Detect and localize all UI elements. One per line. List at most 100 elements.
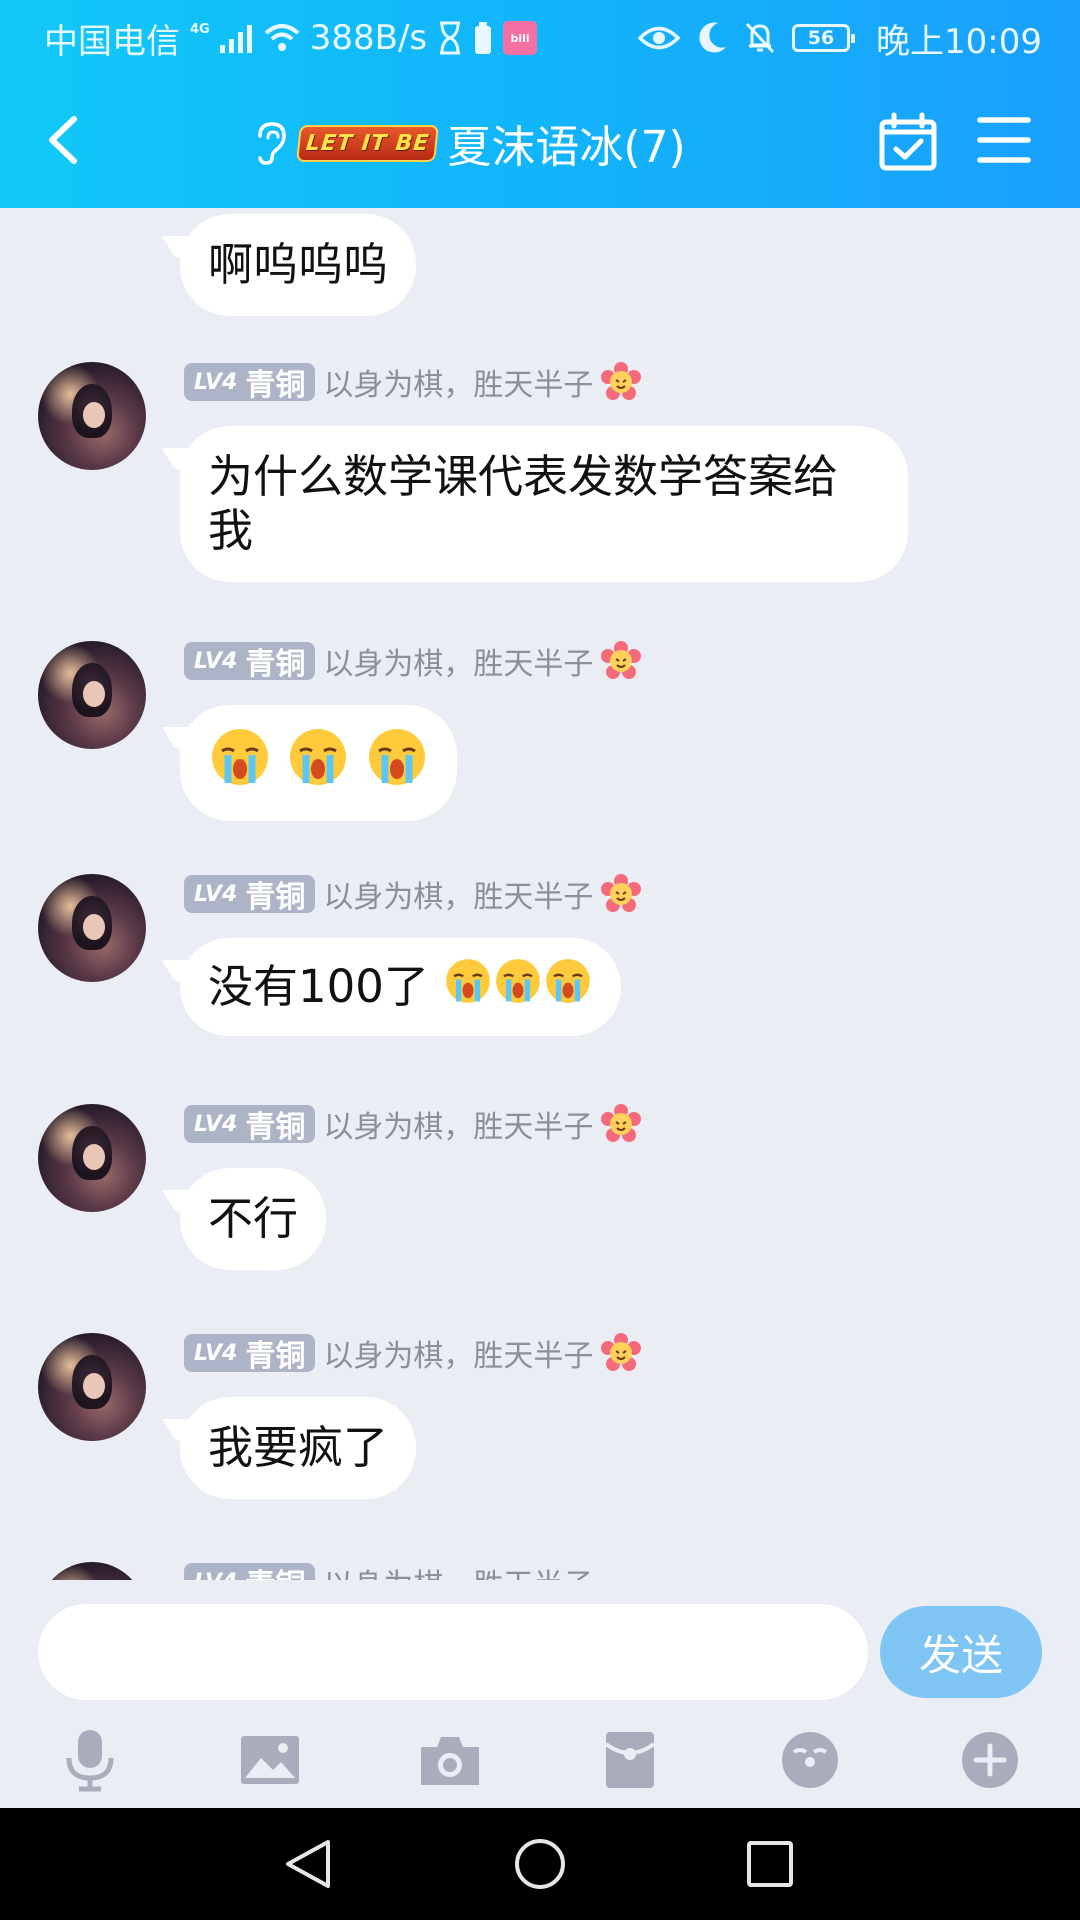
rank-label: 青铜 [245,880,306,915]
battery-saver-icon [475,22,492,54]
nav-home-button[interactable] [504,1828,576,1900]
nav-back-button[interactable] [272,1828,344,1900]
message-bubble[interactable]: 不行 [180,1168,327,1270]
level-badge: LV4 青铜 [184,642,316,682]
composer-toolbar [0,1720,1080,1800]
message-bubble[interactable]: 啊呜呜呜 [180,214,417,316]
system-nav-bar [0,1808,1080,1920]
mute-bell-icon [745,22,775,54]
rank-label: 青铜 [245,1560,305,1580]
level-label: LV4 [194,1340,238,1366]
sender-name[interactable]: 以身为棋，胜天半子 [323,360,593,404]
sender-name[interactable]: 以身为棋，胜天半子 [323,1560,593,1580]
message-list[interactable]: 啊呜呜呜 LV4 青铜 以身为棋，胜天半子 为什么数学课代表发数学答案给我 LV… [0,208,1080,1580]
home-circle-icon [515,1839,565,1889]
calendar-button[interactable] [878,112,938,172]
avatar[interactable] [38,362,146,470]
recents-square-icon [747,1841,793,1887]
flower-icon [601,1104,642,1142]
menu-button[interactable] [976,112,1032,168]
plus-icon [962,1732,1018,1788]
message-bubble[interactable]: 没有100了 [180,938,622,1036]
back-triangle-icon [286,1840,330,1888]
rank-label: 青铜 [245,1339,306,1374]
sender-meta: LV4 青铜 以身为棋，胜天半子 [184,1102,642,1146]
message-text: 没有100了 [208,960,429,1013]
crying-face-icon [493,956,543,1018]
chat-title-area[interactable]: LET IT BE 夏沫语冰(7) [250,108,686,178]
avatar[interactable] [38,1562,146,1580]
sender-meta: LV4 青铜 以身为棋，胜天半子 [184,1331,642,1375]
level-label: LV4 [194,369,238,395]
battery-indicator: 56 [792,24,856,52]
avatar[interactable] [38,874,146,982]
chat-header: 中国电信 4G 388B/s bili 56 晚上10:09 LET IT BE… [0,0,1080,208]
back-button[interactable] [38,105,86,175]
rank-label: 青铜 [245,647,306,682]
sender-name[interactable]: 以身为棋，胜天半子 [323,872,593,916]
emoji-button[interactable] [770,1720,850,1800]
signal-icon [219,25,252,53]
camera-icon [421,1737,479,1785]
ear-icon [258,122,286,165]
flower-icon [601,641,642,679]
message-text: 啊呜呜呜 [208,238,389,291]
level-badge: LV4 青铜 [184,1560,316,1581]
network-type: 4G [190,21,210,37]
avatar[interactable] [38,1104,146,1212]
clock: 晚上10:09 [876,21,1042,62]
gallery-button[interactable] [230,1720,310,1800]
level-label: LV4 [194,881,238,907]
crying-face-icon [365,725,429,801]
flower-icon [601,362,642,400]
network-speed: 388B/s [309,18,428,58]
level-label: LV4 [194,648,238,674]
status-left: 中国电信 4G 388B/s bili [44,16,538,62]
level-label: LV4 [194,1111,238,1137]
microphone-icon [66,1730,114,1792]
let-it-be-badge: LET IT BE [296,124,440,162]
nav-recents-button[interactable] [734,1828,806,1900]
hamburger-menu-icon [977,117,1031,163]
image-icon [241,1736,299,1784]
rank-label: 青铜 [245,368,306,403]
level-badge: LV4 青铜 [184,875,316,915]
avatar[interactable] [38,1333,146,1441]
sender-name[interactable]: 以身为棋，胜天半子 [323,1331,593,1375]
sender-name[interactable]: 以身为棋，胜天半子 [323,639,593,683]
crying-face-icon [543,956,593,1018]
bilibili-icon: bili [503,21,538,55]
crying-face-icon [443,956,493,1018]
red-packet-button[interactable] [590,1720,670,1800]
send-button[interactable]: 发送 [880,1606,1042,1698]
voice-button[interactable] [50,1720,130,1800]
status-right: 56 晚上10:09 [638,16,1042,62]
carrier-label: 中国电信 [44,21,180,62]
level-badge: LV4 青铜 [184,363,316,403]
message-bubble[interactable]: 我要疯了 [180,1397,417,1499]
level-badge: LV4 青铜 [184,1105,316,1145]
message-bubble[interactable]: 为什么数学课代表发数学答案给我 [180,426,908,582]
emoji-icon [782,1732,838,1788]
avatar[interactable] [38,641,146,749]
message-bubble[interactable] [180,705,457,821]
message-text: 我要疯了 [208,1421,389,1474]
message-input[interactable] [38,1604,868,1700]
composer: 发送 [0,1580,1080,1808]
sender-meta: LV4 青铜 以身为棋，胜天半子 [184,1562,593,1580]
message-text: 不行 [208,1192,299,1245]
level-label: LV4 [194,1570,237,1581]
chat-title: 夏沫语冰(7) [447,122,686,173]
moon-icon [699,22,727,53]
eye-icon [638,26,681,50]
sender-name[interactable]: 以身为棋，胜天半子 [323,1102,593,1146]
red-packet-icon [604,1732,656,1788]
status-bar: 中国电信 4G 388B/s bili 56 晚上10:09 [0,0,1080,76]
level-badge: LV4 青铜 [184,1334,316,1374]
wifi-icon [264,24,300,51]
calendar-check-icon [879,112,937,171]
sender-meta: LV4 青铜 以身为棋，胜天半子 [184,872,642,916]
more-button[interactable] [950,1720,1030,1800]
camera-button[interactable] [410,1720,490,1800]
message-text: 为什么数学课代表发数学答案给我 [208,450,839,557]
